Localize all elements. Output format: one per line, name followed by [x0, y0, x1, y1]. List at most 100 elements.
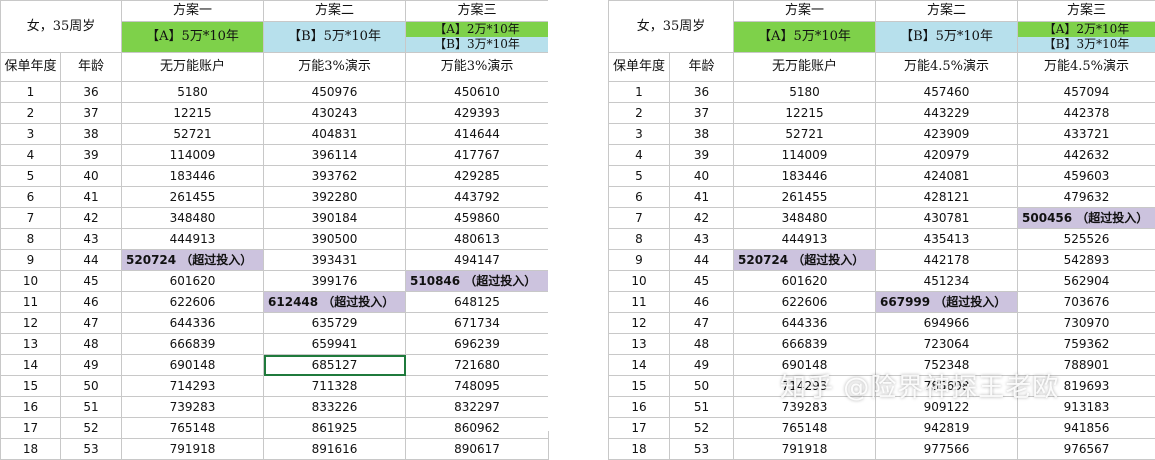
plan-3-value[interactable]: 542893 — [1018, 250, 1155, 271]
plan-2-value[interactable]: 711328 — [264, 376, 406, 397]
age-cell[interactable]: 49 — [670, 355, 734, 376]
plan-1-value[interactable]: 666839 — [734, 334, 876, 355]
age-cell[interactable]: 40 — [61, 166, 122, 187]
col-header-age[interactable]: 年龄 — [670, 53, 734, 82]
plan-2-value[interactable]: 435413 — [876, 229, 1018, 250]
plan-1-value[interactable]: 622606 — [122, 292, 264, 313]
plan-3-value[interactable]: 494147 — [406, 250, 549, 271]
plan-3-value[interactable]: 459860 — [406, 208, 549, 229]
age-cell[interactable]: 48 — [670, 334, 734, 355]
age-cell[interactable]: 49 — [61, 355, 122, 376]
age-cell[interactable]: 50 — [670, 376, 734, 397]
age-cell[interactable]: 52 — [670, 418, 734, 439]
plan-1-value[interactable]: 261455 — [734, 187, 876, 208]
year-cell[interactable]: 8 — [1, 229, 61, 250]
plan-1-value[interactable]: 183446 — [734, 166, 876, 187]
plan-2-value[interactable]: 667999 （超过投入） — [876, 292, 1018, 313]
age-cell[interactable]: 39 — [670, 145, 734, 166]
table-title[interactable]: 女，35周岁 — [1, 1, 122, 53]
plan-3-header[interactable]: 方案三 — [406, 1, 549, 22]
age-cell[interactable]: 37 — [61, 103, 122, 124]
year-cell[interactable]: 3 — [1, 124, 61, 145]
plan-3-value[interactable]: 721680 — [406, 355, 549, 376]
year-cell[interactable]: 8 — [609, 229, 670, 250]
plan-1-sub[interactable]: 无万能账户 — [734, 53, 876, 82]
year-cell[interactable]: 18 — [1, 439, 61, 460]
age-cell[interactable]: 38 — [61, 124, 122, 145]
year-cell[interactable]: 5 — [1, 166, 61, 187]
age-cell[interactable]: 41 — [670, 187, 734, 208]
plan-2-value[interactable]: 833226 — [264, 397, 406, 418]
plan-2-value[interactable]: 659941 — [264, 334, 406, 355]
plan-2-value[interactable]: 442178 — [876, 250, 1018, 271]
plan-2-value[interactable]: 977566 — [876, 439, 1018, 460]
plan-1-value[interactable]: 348480 — [734, 208, 876, 229]
year-cell[interactable]: 14 — [1, 355, 61, 376]
age-cell[interactable]: 51 — [61, 397, 122, 418]
plan-1-value[interactable]: 348480 — [122, 208, 264, 229]
plan-1-header[interactable]: 方案一 — [734, 1, 876, 22]
year-cell[interactable]: 6 — [1, 187, 61, 208]
plan-1-value[interactable]: 739283 — [122, 397, 264, 418]
plan-2-value[interactable]: 424081 — [876, 166, 1018, 187]
plan-1-value[interactable]: 52721 — [122, 124, 264, 145]
plan-2-value[interactable]: 396114 — [264, 145, 406, 166]
year-cell[interactable]: 1 — [609, 82, 670, 103]
plan-3-desc[interactable]: 【A】2万*10年 【B】3万*10年 — [1018, 22, 1155, 53]
plan-3-value[interactable]: 457094 — [1018, 82, 1155, 103]
age-cell[interactable]: 48 — [61, 334, 122, 355]
age-cell[interactable]: 45 — [61, 271, 122, 292]
plan-1-value[interactable]: 644336 — [122, 313, 264, 334]
plan-1-value[interactable]: 520724 （超过投入） — [734, 250, 876, 271]
age-cell[interactable]: 36 — [61, 82, 122, 103]
plan-2-value[interactable]: 423909 — [876, 124, 1018, 145]
age-cell[interactable]: 44 — [670, 250, 734, 271]
year-cell[interactable]: 18 — [609, 439, 670, 460]
plan-3-value[interactable]: 479632 — [1018, 187, 1155, 208]
plan-2-value[interactable]: 685127 — [264, 355, 406, 376]
age-cell[interactable]: 43 — [670, 229, 734, 250]
year-cell[interactable]: 17 — [609, 418, 670, 439]
plan-1-value[interactable]: 5180 — [734, 82, 876, 103]
plan-3-value[interactable]: 525526 — [1018, 229, 1155, 250]
plan-3-value[interactable]: 860962 — [406, 418, 549, 439]
plan-3-value[interactable]: 748095 — [406, 376, 549, 397]
plan-2-sub[interactable]: 万能3%演示 — [264, 53, 406, 82]
age-cell[interactable]: 43 — [61, 229, 122, 250]
plan-1-value[interactable]: 601620 — [734, 271, 876, 292]
plan-3-value[interactable]: 417767 — [406, 145, 549, 166]
plan-3-desc[interactable]: 【A】2万*10年 【B】3万*10年 — [406, 22, 549, 53]
age-cell[interactable]: 52 — [61, 418, 122, 439]
year-cell[interactable]: 1 — [1, 82, 61, 103]
plan-2-value[interactable]: 428121 — [876, 187, 1018, 208]
plan-1-value[interactable]: 791918 — [122, 439, 264, 460]
age-cell[interactable]: 51 — [670, 397, 734, 418]
plan-2-value[interactable]: 451234 — [876, 271, 1018, 292]
plan-3-value[interactable]: 703676 — [1018, 292, 1155, 313]
year-cell[interactable]: 11 — [609, 292, 670, 313]
plan-2-value[interactable]: 723064 — [876, 334, 1018, 355]
plan-1-value[interactable]: 183446 — [122, 166, 264, 187]
plan-3-sub[interactable]: 万能4.5%演示 — [1018, 53, 1155, 82]
year-cell[interactable]: 7 — [1, 208, 61, 229]
plan-2-value[interactable]: 393431 — [264, 250, 406, 271]
age-cell[interactable]: 42 — [61, 208, 122, 229]
year-cell[interactable]: 5 — [609, 166, 670, 187]
plan-2-value[interactable]: 392280 — [264, 187, 406, 208]
plan-1-value[interactable]: 114009 — [122, 145, 264, 166]
plan-3-value[interactable]: 696239 — [406, 334, 549, 355]
year-cell[interactable]: 12 — [1, 313, 61, 334]
plan-3-value[interactable]: 832297 — [406, 397, 549, 418]
year-cell[interactable]: 3 — [609, 124, 670, 145]
age-cell[interactable]: 40 — [670, 166, 734, 187]
plan-1-value[interactable]: 765148 — [122, 418, 264, 439]
year-cell[interactable]: 17 — [1, 418, 61, 439]
age-cell[interactable]: 47 — [670, 313, 734, 334]
plan-2-value[interactable]: 443229 — [876, 103, 1018, 124]
age-cell[interactable]: 46 — [61, 292, 122, 313]
plan-1-value[interactable]: 690148 — [122, 355, 264, 376]
year-cell[interactable]: 11 — [1, 292, 61, 313]
plan-1-value[interactable]: 666839 — [122, 334, 264, 355]
plan-2-value[interactable]: 942819 — [876, 418, 1018, 439]
age-cell[interactable]: 53 — [670, 439, 734, 460]
